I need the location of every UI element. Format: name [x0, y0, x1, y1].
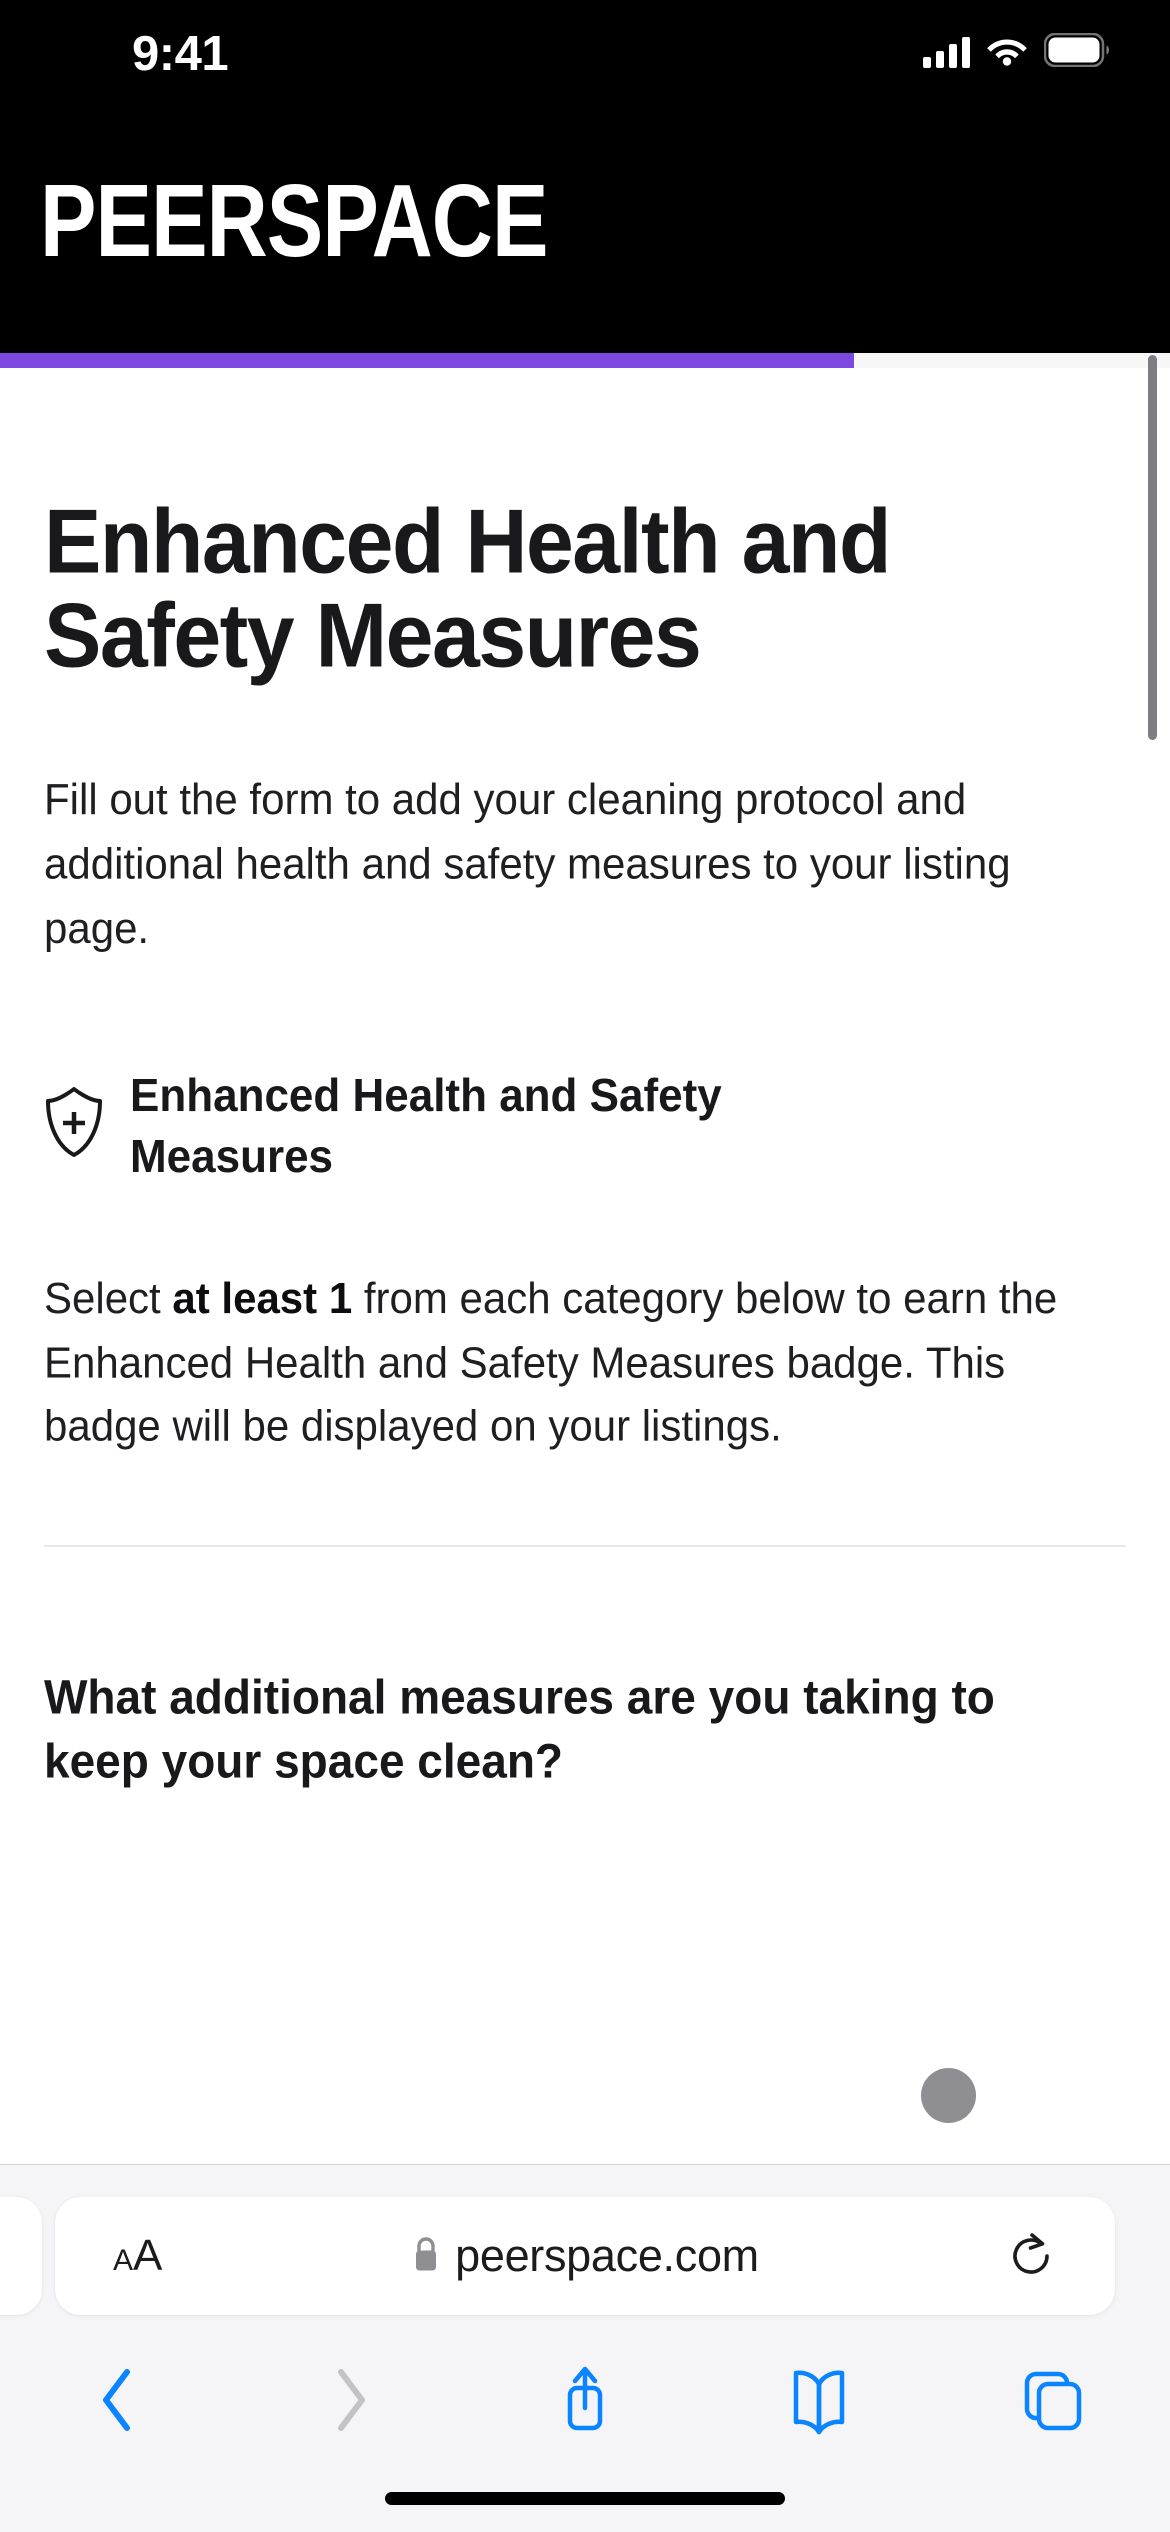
tabs-icon [1024, 2371, 1082, 2431]
status-time: 9:41 [132, 27, 229, 81]
bookmarks-button[interactable] [702, 2340, 936, 2460]
section-divider [44, 1544, 1126, 1547]
book-icon [793, 2370, 845, 2435]
site-header: PEERSPACE [0, 108, 1170, 353]
iphone-screen: 9:41 PEERSPACE Enhanced Health and Safet… [0, 0, 1170, 2532]
shield-plus-icon [44, 1066, 104, 1163]
share-button[interactable] [468, 2340, 702, 2460]
progress-bar-track [0, 353, 1170, 368]
battery-icon [1043, 32, 1112, 72]
progress-bar-fill [0, 353, 855, 368]
text-size-small-a: A [113, 2244, 134, 2277]
wifi-icon [986, 34, 1028, 71]
reload-icon[interactable] [1005, 2230, 1057, 2282]
tabs-button[interactable] [936, 2340, 1170, 2460]
lock-icon [411, 2235, 441, 2278]
back-button[interactable] [0, 2340, 234, 2460]
peerspace-logo[interactable]: PEERSPACE [40, 170, 548, 274]
badge-section-body: Select at least 1 from each category bel… [44, 1266, 1126, 1459]
adjacent-tab-card[interactable] [0, 2197, 42, 2315]
safari-toolbar [0, 2340, 1170, 2460]
share-icon [567, 2366, 603, 2431]
status-icons [923, 30, 1112, 74]
question-title: What additional measures are you taking … [44, 1669, 995, 1789]
page-title: Enhanced Health and Safety Measures [44, 490, 892, 687]
back-chevron-icon [103, 2369, 130, 2431]
badge-body-bold: at least 1 [172, 1273, 353, 1322]
forward-button[interactable] [234, 2340, 468, 2460]
safari-bottom-bar: A A peerspace.com [0, 2164, 1170, 2532]
touch-indicator [921, 2068, 976, 2123]
url-bar[interactable]: A A peerspace.com [55, 2197, 1115, 2315]
badge-body-prefix: Select [44, 1273, 173, 1322]
forward-chevron-icon [338, 2369, 365, 2431]
badge-section-title: Enhanced Health and Safety Measures [130, 1069, 722, 1183]
text-size-button[interactable]: A A [113, 2231, 162, 2281]
cellular-signal-icon [923, 36, 970, 68]
url-text: peerspace.com [455, 2230, 759, 2281]
page-scrollbar[interactable] [1148, 355, 1157, 740]
page-content: Enhanced Health and Safety Measures Fill… [0, 368, 1170, 2168]
page-subtitle: Fill out the form to add your cleaning p… [44, 774, 1011, 953]
url-display: peerspace.com [55, 2230, 1115, 2282]
status-bar: 9:41 [0, 0, 1170, 108]
home-indicator [385, 2492, 785, 2505]
text-size-large-a: A [133, 2231, 163, 2280]
badge-section-header: Enhanced Health and Safety Measures [44, 1066, 1126, 1182]
